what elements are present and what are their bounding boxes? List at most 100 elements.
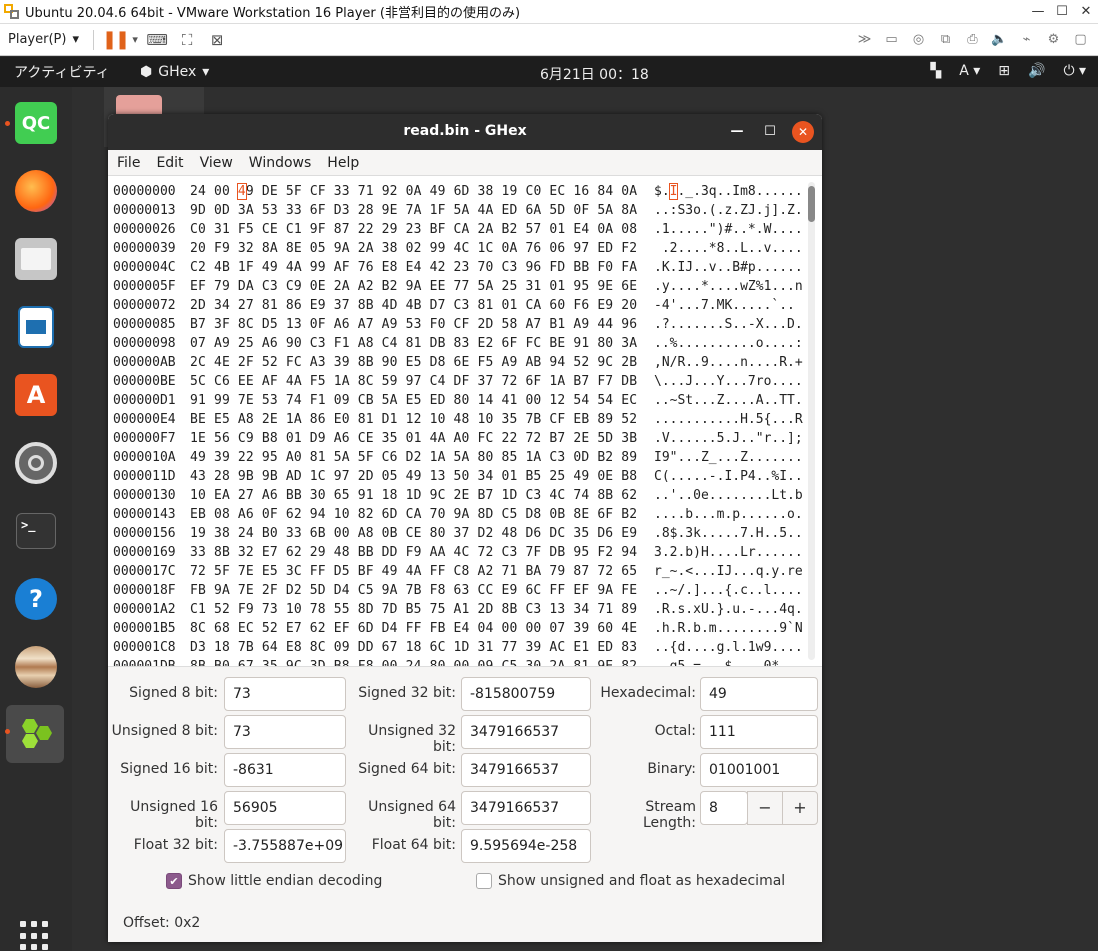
input-method[interactable]: A ▾ <box>959 63 980 79</box>
row-ascii[interactable]: ....b...m.p......o. <box>654 505 803 524</box>
row-hex-bytes[interactable]: EF 79 DA C3 C9 0E 2A A2 B2 9A EE 77 5A 2… <box>190 277 637 296</box>
cd-icon[interactable]: ◎ <box>905 32 932 47</box>
network-icon[interactable]: ⊞ <box>998 63 1010 79</box>
hard-disk-icon[interactable]: ▭ <box>878 32 905 47</box>
settings-icon[interactable]: ⚙ <box>1040 32 1067 47</box>
libreoffice-writer-launcher[interactable] <box>10 301 62 353</box>
row-ascii[interactable]: ,N/R..9....n....R.+ <box>654 353 803 372</box>
row-ascii[interactable]: ..%..........o....: <box>654 334 803 353</box>
volume-icon[interactable]: 🔊 <box>1028 63 1045 79</box>
row-hex-bytes[interactable]: FB 9A 7E 2F D2 5D D4 C5 9A 7B F8 63 CC E… <box>190 581 637 600</box>
hex-view[interactable]: 00000000 24 00 49 DE 5F CF 33 71 92 0A 49… <box>108 176 822 693</box>
row-ascii[interactable]: .y....*....wZ%1...n <box>654 277 803 296</box>
row-ascii[interactable]: 3.2.b)H....Lr...... <box>654 543 803 562</box>
row-ascii[interactable]: .1.....")#..*.W.... <box>654 220 803 239</box>
signed-32bit-field[interactable]: -815800759 <box>461 677 591 711</box>
row-ascii[interactable]: C(.....-.I.P4..%I.. <box>654 467 803 486</box>
row-ascii[interactable]: ..~St...Z....A..TT. <box>654 391 803 410</box>
row-ascii[interactable]: I9"...Z_...Z....... <box>654 448 803 467</box>
close-icon[interactable]: ✕ <box>792 121 814 143</box>
files-launcher[interactable] <box>10 233 62 285</box>
unsigned-16bit-field[interactable]: 56905 <box>224 791 346 825</box>
hexadecimal-field[interactable]: 49 <box>700 677 818 711</box>
row-ascii[interactable]: .8$.3k.....7.H..5.. <box>654 524 803 543</box>
row-hex-bytes[interactable]: 43 28 9B 9B AD 1C 97 2D 05 49 13 50 34 0… <box>190 467 637 486</box>
signed-8bit-field[interactable]: 73 <box>224 677 346 711</box>
row-ascii[interactable]: .?.......S..-X...D. <box>654 315 803 334</box>
window-titlebar[interactable]: read.bin - GHex — ☐ ✕ <box>108 114 822 150</box>
row-ascii[interactable]: .K.IJ..v..B#p...... <box>654 258 803 277</box>
menu-windows[interactable]: Windows <box>249 155 312 171</box>
row-hex-bytes[interactable]: 33 8B 32 E7 62 29 48 BB DD F9 AA 4C 72 C… <box>190 543 637 562</box>
network-adapter-icon[interactable]: ⧉ <box>932 32 959 47</box>
ghex-launcher[interactable] <box>5 705 64 763</box>
row-hex-bytes[interactable]: C2 4B 1F 49 4A 99 AF 76 E8 E4 42 23 70 C… <box>190 258 637 277</box>
menu-file[interactable]: File <box>117 155 140 171</box>
signed-64bit-field[interactable]: 3479166537 <box>461 753 591 787</box>
minimize-icon[interactable]: — <box>1026 4 1050 19</box>
firefox-launcher[interactable] <box>10 165 62 217</box>
minimize-icon[interactable]: — <box>726 121 748 143</box>
unity-icon[interactable]: ⊠ <box>202 31 232 49</box>
power-icon[interactable]: ⏻ ▾ <box>1063 63 1086 79</box>
unsigned-hex-checkbox[interactable]: Show unsigned and float as hexadecimal <box>476 873 785 889</box>
row-hex-bytes[interactable]: B7 3F 8C D5 13 0F A6 A7 A9 53 F0 CF 2D 5… <box>190 315 637 334</box>
row-ascii[interactable]: .R.s.xU.}.u.-...4q. <box>654 600 803 619</box>
menu-help[interactable]: Help <box>327 155 359 171</box>
dropdown-arrow-icon[interactable]: ▾ <box>128 33 142 46</box>
row-ascii[interactable]: \...J...Y...7ro.... <box>654 372 803 391</box>
row-hex-bytes[interactable]: 8C 68 EC 52 E7 62 EF 6D D4 FF FB E4 04 0… <box>190 619 637 638</box>
printer-icon[interactable]: ⎙ <box>959 32 986 47</box>
unsigned-32bit-field[interactable]: 3479166537 <box>461 715 591 749</box>
row-hex-bytes[interactable]: 9D 0D 3A 53 33 6F D3 28 9E 7A 1F 5A 4A E… <box>190 201 637 220</box>
little-endian-checkbox[interactable]: ✔ Show little endian decoding <box>166 873 382 889</box>
vertical-scrollbar[interactable] <box>808 182 815 660</box>
pause-icon[interactable]: ❚❚ <box>102 29 130 50</box>
row-hex-bytes[interactable]: 72 5F 7E E5 3C FF D5 BF 49 4A FF C8 A2 7… <box>190 562 637 581</box>
signed-16bit-field[interactable]: -8631 <box>224 753 346 787</box>
fullscreen-icon[interactable]: ⛶ <box>172 31 202 49</box>
help-launcher[interactable]: ? <box>10 573 62 625</box>
row-ascii[interactable]: .2....*8..L..v.... <box>654 239 803 258</box>
row-ascii[interactable]: -4'...7.MK.....`.. <box>654 296 803 315</box>
row-hex-bytes[interactable]: 5C C6 EE AF 4A F5 1A 8C 59 97 C4 DF 37 7… <box>190 372 637 391</box>
float-64bit-field[interactable]: 9.595694e-258 <box>461 829 591 863</box>
terminal-launcher[interactable]: >_ <box>10 505 62 557</box>
stream-length-input[interactable]: 8 <box>700 791 748 825</box>
row-ascii[interactable]: ...........H.5{...R <box>654 410 803 429</box>
row-hex-bytes[interactable]: D3 18 7B 64 E8 8C 09 DD 67 18 6C 1D 31 7… <box>190 638 637 657</box>
row-hex-bytes[interactable]: BE E5 A8 2E 1A 86 E0 81 D1 12 10 48 10 3… <box>190 410 637 429</box>
software-launcher[interactable]: A <box>10 369 62 421</box>
clock[interactable]: 6月21日 00：18 <box>540 64 649 84</box>
jupiter-launcher[interactable] <box>10 641 62 693</box>
row-hex-bytes[interactable]: 2D 34 27 81 86 E9 37 8B 4D 4B D7 C3 81 0… <box>190 296 637 315</box>
float-32bit-field[interactable]: -3.755887e+09 <box>224 829 346 863</box>
sound-icon[interactable]: 🔈 <box>986 32 1013 47</box>
row-hex-bytes[interactable]: 2C 4E 2F 52 FC A3 39 8B 90 E5 D8 6E F5 A… <box>190 353 637 372</box>
app-menu[interactable]: ⬢ GHex ▾ <box>140 64 209 80</box>
row-hex-bytes[interactable]: 19 38 24 B0 33 6B 00 A8 0B CE 80 37 D2 4… <box>190 524 637 543</box>
show-applications-icon[interactable] <box>20 921 52 951</box>
activities-button[interactable]: アクティビティ <box>0 62 140 82</box>
stream-length-increment-button[interactable]: + <box>782 791 818 825</box>
menu-view[interactable]: View <box>200 155 233 171</box>
row-ascii[interactable]: ..{d....g.l.1w9.... <box>654 638 803 657</box>
screen-icon[interactable]: ▚ <box>930 63 941 79</box>
row-ascii[interactable]: .h.R.b.m........9`N <box>654 619 803 638</box>
row-ascii[interactable]: ..:S3o.(.z.ZJ.j].Z. <box>654 201 803 220</box>
maximize-icon[interactable]: ☐ <box>759 121 781 143</box>
row-hex-bytes[interactable]: 1E 56 C9 B8 01 D9 A6 CE 35 01 4A A0 FC 2… <box>190 429 637 448</box>
row-ascii[interactable]: .V......5.J.."r..]; <box>654 429 803 448</box>
unsigned-8bit-field[interactable]: 73 <box>224 715 346 749</box>
player-menu-button[interactable]: Player(P) ▾ <box>0 32 85 47</box>
stream-length-decrement-button[interactable]: − <box>747 791 783 825</box>
binary-field[interactable]: 01001001 <box>700 753 818 787</box>
row-hex-bytes[interactable]: 20 F9 32 8A 8E 05 9A 2A 38 02 99 4C 1C 0… <box>190 239 637 258</box>
row-hex-bytes[interactable]: 24 00 49 DE 5F CF 33 71 92 0A 49 6D 38 1… <box>190 182 637 201</box>
display-icon[interactable]: ▢ <box>1067 32 1094 47</box>
unsigned-64bit-field[interactable]: 3479166537 <box>461 791 591 825</box>
row-hex-bytes[interactable]: C1 52 F9 73 10 78 55 8D 7D B5 75 A1 2D 8… <box>190 600 637 619</box>
octal-field[interactable]: 111 <box>700 715 818 749</box>
settings-launcher[interactable] <box>10 437 62 489</box>
row-hex-bytes[interactable]: 10 EA 27 A6 BB 30 65 91 18 1D 9C 2E B7 1… <box>190 486 637 505</box>
